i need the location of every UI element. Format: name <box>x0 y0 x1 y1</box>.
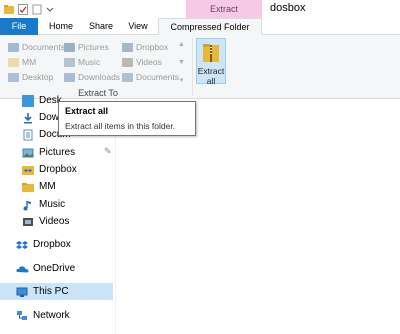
chevron-up-icon[interactable]: ▲ <box>178 40 185 49</box>
dropbox-folder-icon <box>22 164 34 176</box>
pictures-icon <box>64 42 75 52</box>
videos-icon <box>122 57 133 67</box>
destination-videos[interactable]: Videos <box>122 55 162 69</box>
videos-icon <box>22 216 34 228</box>
nav-label: Dropbox <box>33 239 71 250</box>
tab-share[interactable]: Share <box>84 18 118 35</box>
destination-downloads[interactable]: Downloads <box>64 70 120 84</box>
destination-label: Music <box>78 57 101 67</box>
nav-label: Pictures <box>39 147 76 158</box>
group-label-extract-to: Extract To <box>78 88 118 98</box>
checkmark-properties-icon[interactable] <box>18 3 28 15</box>
nav-label: MM <box>39 181 56 192</box>
pictures-icon <box>22 147 34 159</box>
nav-label: This PC <box>33 286 69 297</box>
destination-documents-2[interactable]: Documents <box>122 70 179 84</box>
quick-access-toolbar <box>4 2 56 16</box>
nav-item-dropbox[interactable]: Dropbox <box>16 236 71 253</box>
nav-item-downloads[interactable]: Dow <box>22 109 59 126</box>
nav-item-this-pc[interactable]: This PC <box>16 283 69 300</box>
music-icon <box>22 199 34 211</box>
nav-item-dropbox-quick[interactable]: Dropbox <box>22 161 77 178</box>
folder-icon <box>8 57 19 67</box>
extract-all-button[interactable]: Extract all <box>196 38 226 86</box>
new-folder-icon[interactable] <box>32 4 42 15</box>
documents-icon <box>22 129 34 141</box>
destination-documents[interactable]: Documents <box>8 40 65 54</box>
chevron-down-icon[interactable]: ▼ <box>178 58 185 67</box>
documents-icon <box>122 72 133 82</box>
documents-icon <box>8 42 19 52</box>
nav-item-videos[interactable]: Videos <box>22 213 69 230</box>
tab-view[interactable]: View <box>118 18 158 35</box>
nav-item-mm[interactable]: MM <box>22 178 56 195</box>
nav-item-onedrive[interactable]: OneDrive <box>16 260 75 277</box>
music-icon <box>64 57 75 67</box>
nav-label: OneDrive <box>33 263 76 274</box>
extract-all-tooltip: Extract all Extract all items in this fo… <box>58 101 196 136</box>
network-icon <box>16 310 28 322</box>
ribbon-group-divider <box>192 38 193 96</box>
this-pc-icon <box>16 286 28 298</box>
tooltip-description: Extract all items in this folder. <box>65 121 176 131</box>
extract-to-gallery: Documents Pictures Dropbox MM Music Vide… <box>8 40 179 86</box>
window-title: dosbox <box>270 2 306 14</box>
expand-gallery-icon[interactable]: ▾ <box>178 76 185 85</box>
destination-dropbox[interactable]: Dropbox <box>122 40 168 54</box>
tab-file[interactable]: File <box>0 18 38 35</box>
destination-label: Videos <box>136 57 162 67</box>
tooltip-title: Extract all <box>65 106 109 116</box>
destination-label: Documents <box>22 42 65 52</box>
folder-icon <box>4 4 14 15</box>
zip-folder-icon <box>203 44 219 62</box>
dropbox-icon <box>16 239 28 251</box>
dropbox-icon <box>122 42 133 52</box>
destination-pictures[interactable]: Pictures <box>64 40 109 54</box>
tab-home[interactable]: Home <box>38 18 84 35</box>
nav-item-network[interactable]: Network <box>16 307 70 324</box>
destination-mm[interactable]: MM <box>8 55 36 69</box>
destination-label: Documents <box>136 72 179 82</box>
nav-label: Network <box>33 310 70 321</box>
tab-compressed-folder-tools[interactable]: Compressed Folder Tools <box>158 18 262 49</box>
gallery-scroll[interactable]: ▲ ▼ ▾ <box>178 40 185 86</box>
destination-label: Downloads <box>78 72 121 82</box>
nav-item-desktop[interactable]: Desk <box>22 92 62 109</box>
nav-label: Dow <box>39 112 60 123</box>
nav-item-music[interactable]: Music <box>22 196 65 213</box>
context-tab-header: Extract <box>186 0 262 18</box>
destination-music[interactable]: Music <box>64 55 100 69</box>
onedrive-cloud-icon <box>16 263 29 275</box>
destination-label: Desktop <box>22 72 54 82</box>
desktop-icon <box>8 72 19 82</box>
extract-all-label-line2: all <box>206 76 216 86</box>
extract-all-label-line1: Extract <box>197 66 225 76</box>
destination-label: MM <box>22 57 37 67</box>
nav-label: Music <box>39 199 66 210</box>
destination-label: Pictures <box>78 42 109 52</box>
folder-icon <box>22 181 34 193</box>
chevron-down-icon[interactable] <box>46 4 56 15</box>
desktop-icon <box>22 94 34 107</box>
nav-item-pictures[interactable]: Pictures ✎ <box>22 144 112 161</box>
destination-desktop[interactable]: Desktop <box>8 70 53 84</box>
nav-label: Videos <box>39 216 70 227</box>
downloads-icon <box>22 112 34 124</box>
pin-icon[interactable]: ✎ <box>104 146 112 157</box>
nav-label: Dropbox <box>39 164 77 175</box>
downloads-icon <box>64 72 75 82</box>
destination-label: Dropbox <box>136 42 169 52</box>
